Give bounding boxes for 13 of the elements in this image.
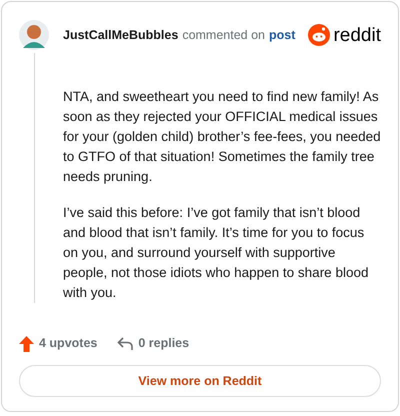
- action-text: commented on: [182, 26, 265, 44]
- reply-count: 0 replies: [138, 335, 190, 352]
- view-more-button[interactable]: View more on Reddit: [19, 365, 381, 397]
- reply-arrow-icon: [117, 336, 134, 351]
- upvote-arrow-icon: [19, 336, 34, 352]
- avatar: [19, 20, 49, 50]
- comment-paragraph: I’ve said this before: I’ve got family that isn’t blood and blood that isn’t family. It’s time for you to focus on you, and surround yourself with supportive people, not those idiots who happen to share blood with you.: [63, 204, 370, 302]
- reddit-logo-icon: [308, 24, 330, 46]
- comment-paragraph: NTA, and sweetheart you need to find new family! As soon as they rejected your OFFICIAL medical issues for your (golden child) brother’s fee-fees, you needed to GTFO of that situation! Sometimes the family tree needs pruning.: [63, 88, 381, 186]
- upvote-count: 4 upvotes: [39, 335, 98, 352]
- post-link[interactable]: post: [269, 26, 296, 44]
- username[interactable]: JustCallMeBubbles: [63, 26, 178, 44]
- brand-wordmark: reddit: [333, 26, 381, 44]
